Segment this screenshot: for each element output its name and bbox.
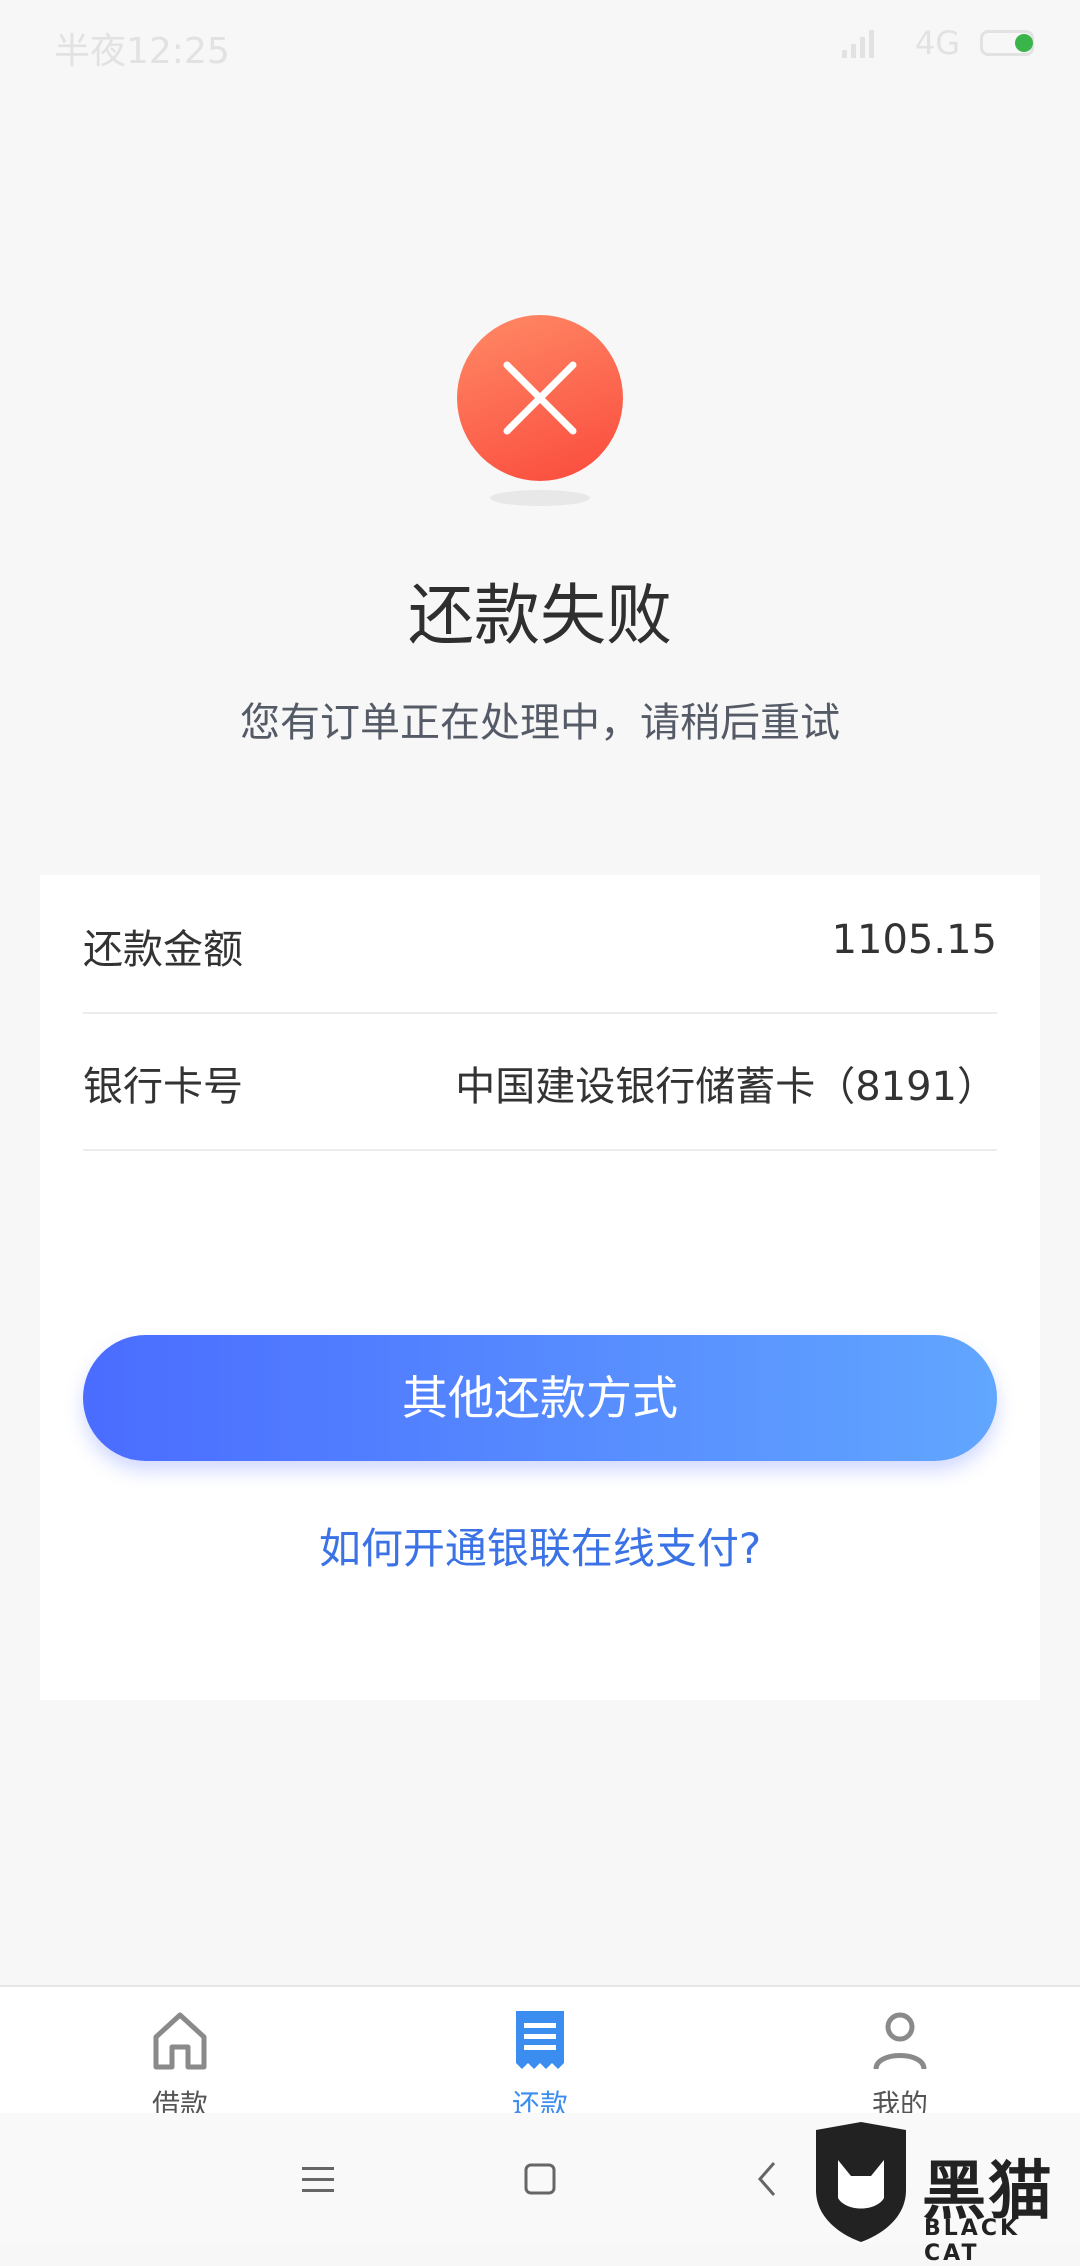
bank-card-value: 中国建设银行储蓄卡（8191） bbox=[455, 1064, 997, 1110]
cat-logo-icon bbox=[816, 2122, 906, 2242]
detail-row-amount: 还款金额 1105.15 bbox=[83, 875, 997, 1014]
bank-card-label: 银行卡号 bbox=[83, 1064, 243, 1110]
user-icon bbox=[873, 2012, 927, 2070]
back-icon[interactable] bbox=[740, 2151, 796, 2207]
watermark: 黑猫 BLACK CAT bbox=[806, 2120, 1080, 2266]
home-square-icon[interactable] bbox=[512, 2151, 568, 2207]
tab-repay[interactable]: 还款 bbox=[460, 1987, 620, 2121]
network-type: 4G bbox=[914, 24, 960, 62]
tab-bar: 借款 还款 我的 bbox=[0, 1985, 1080, 2121]
page-subtitle: 您有订单正在处理中，请稍后重试 bbox=[240, 700, 840, 746]
amount-label: 还款金额 bbox=[83, 927, 243, 973]
signal-icon bbox=[842, 30, 874, 58]
other-repayment-button[interactable]: 其他还款方式 bbox=[83, 1335, 997, 1461]
status-bar: 半夜12:25 4G bbox=[0, 0, 1080, 90]
close-icon bbox=[457, 315, 623, 481]
watermark-subtext: BLACK CAT bbox=[924, 2216, 1021, 2266]
icon-shadow bbox=[490, 490, 590, 506]
amount-value: 1105.15 bbox=[831, 917, 997, 963]
detail-row-bank-card: 银行卡号 中国建设银行储蓄卡（8191） bbox=[83, 1012, 997, 1151]
menu-icon[interactable] bbox=[290, 2151, 346, 2207]
tab-me[interactable]: 我的 bbox=[820, 1987, 980, 2121]
unionpay-help-link[interactable]: 如何开通银联在线支付? bbox=[40, 1515, 1040, 1576]
tab-borrow[interactable]: 借款 bbox=[100, 1987, 260, 2121]
home-icon bbox=[153, 2012, 207, 2070]
battery-icon bbox=[980, 30, 1034, 56]
bill-icon bbox=[516, 2011, 564, 2069]
status-time: 半夜12:25 bbox=[54, 31, 230, 72]
page-title: 还款失败 bbox=[408, 577, 672, 654]
details-card: 还款金额 1105.15 银行卡号 中国建设银行储蓄卡（8191） 其他还款方式… bbox=[40, 875, 1040, 1700]
